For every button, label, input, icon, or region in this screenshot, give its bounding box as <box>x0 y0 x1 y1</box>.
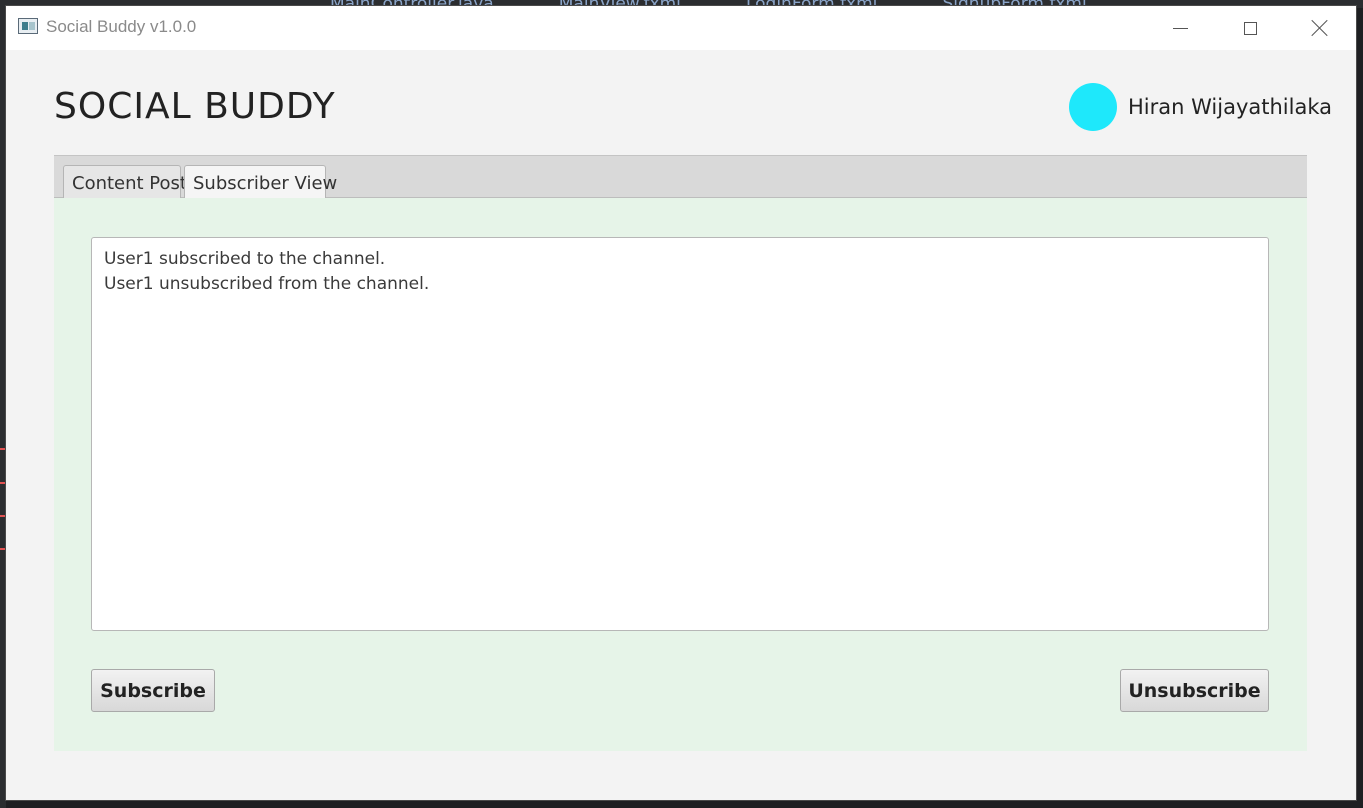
unsubscribe-button[interactable]: Unsubscribe <box>1120 669 1269 712</box>
app-title: SOCIAL BUDDY <box>54 86 336 127</box>
app-window: Social Buddy v1.0.0 SOCIAL BUDDY Hiran W… <box>6 6 1356 800</box>
subscription-log-textarea[interactable]: User1 subscribed to the channel. User1 u… <box>91 237 1269 631</box>
user-name: Hiran Wijayathilaka <box>1128 95 1332 119</box>
minimize-button[interactable] <box>1146 6 1214 50</box>
maximize-button[interactable] <box>1216 6 1284 50</box>
window-title: Social Buddy v1.0.0 <box>46 17 197 36</box>
close-button[interactable] <box>1286 6 1354 50</box>
tab-subscriber-view[interactable]: Subscriber View <box>184 165 337 200</box>
close-icon <box>1311 19 1329 37</box>
tab-header: Content Post Subscriber View <box>54 155 1307 200</box>
app-icon <box>18 18 38 34</box>
log-line: User1 unsubscribed from the channel. <box>104 274 430 294</box>
avatar <box>1069 83 1117 131</box>
maximize-icon <box>1243 21 1257 35</box>
subscribe-button[interactable]: Subscribe <box>91 669 215 712</box>
tab-content-post[interactable]: Content Post <box>63 165 187 199</box>
tab-pane: Content Post Subscriber View User1 subsc… <box>54 155 1307 751</box>
title-bar[interactable]: Social Buddy v1.0.0 <box>6 6 1356 50</box>
subscriber-view-panel: User1 subscribed to the channel. User1 u… <box>54 198 1307 751</box>
minimize-icon <box>1172 27 1188 29</box>
log-line: User1 subscribed to the channel. <box>104 249 386 269</box>
